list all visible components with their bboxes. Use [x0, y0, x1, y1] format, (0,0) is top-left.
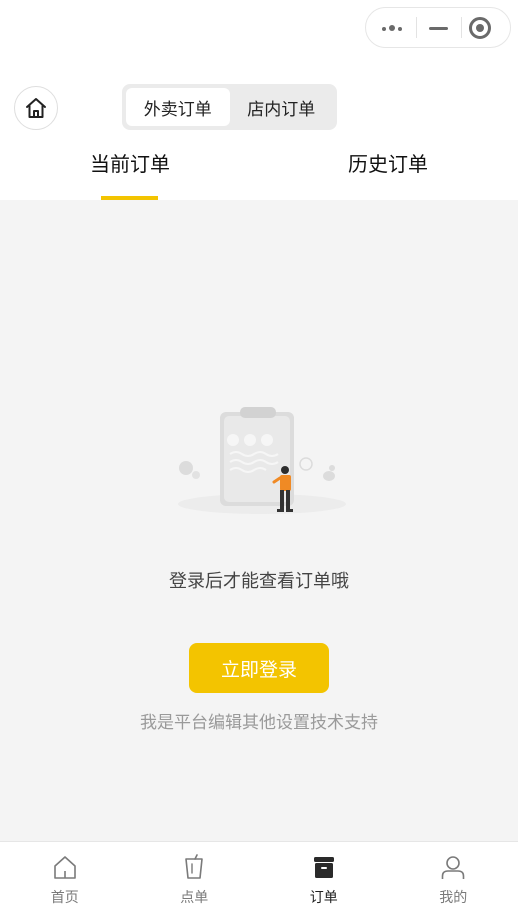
home-button[interactable] [14, 86, 58, 130]
order-box-icon [313, 857, 334, 878]
order-type-switch: 外卖订单 店内订单 [122, 84, 337, 130]
tabbar-label: 点单 [180, 890, 209, 906]
empty-message: 登录后才能查看订单哦 [169, 571, 349, 592]
more-dots-icon[interactable] [366, 8, 416, 47]
minimize-icon[interactable] [417, 8, 461, 47]
cup-icon [185, 854, 204, 879]
segment-dine-in[interactable]: 店内订单 [230, 88, 334, 126]
login-button[interactable]: 立即登录 [189, 643, 329, 693]
segment-takeout[interactable]: 外卖订单 [126, 88, 230, 126]
tabbar-label: 首页 [50, 890, 79, 906]
tabbar-item-menu[interactable]: 点单 [130, 842, 260, 920]
tabbar-label: 我的 [439, 890, 468, 906]
home-icon [26, 98, 46, 118]
target-close-icon[interactable] [462, 8, 510, 47]
tab-current-orders[interactable]: 当前订单 [50, 148, 210, 177]
tabbar-label: 订单 [309, 890, 338, 906]
capsule-menu [365, 7, 511, 48]
bottom-tabbar: 首页 点单 订单 我的 [0, 841, 518, 920]
active-tab-indicator [101, 196, 158, 200]
support-text: 我是平台编辑其他设置技术支持 [140, 713, 378, 733]
empty-orders-illustration [178, 407, 346, 514]
tabbar-item-profile[interactable]: 我的 [389, 842, 518, 920]
user-icon [441, 856, 465, 879]
tabbar-item-home[interactable]: 首页 [0, 842, 130, 920]
home-outline-icon [53, 856, 76, 879]
tabbar-item-orders[interactable]: 订单 [259, 842, 389, 920]
tab-history-orders[interactable]: 历史订单 [308, 148, 468, 177]
order-tabs: 当前订单 历史订单 [0, 140, 518, 200]
